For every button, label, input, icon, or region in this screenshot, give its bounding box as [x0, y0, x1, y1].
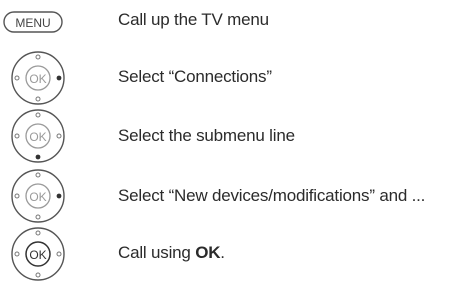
ok-label: OK: [29, 190, 46, 204]
step-5-text-bold: OK: [195, 243, 221, 262]
step-5: OK Call using OK.: [0, 226, 469, 282]
step-3: OK Select the submenu line: [0, 108, 469, 164]
step-3-text: Select the submenu line: [118, 126, 295, 145]
ok-label: OK: [29, 248, 46, 262]
ok-navigator-right-icon: OK: [11, 51, 65, 105]
step-1: MENU Call up the TV menu: [0, 4, 469, 38]
step-4-text: Select “New devices/modifications” and .…: [118, 186, 426, 205]
step-5-text: Call using OK.: [118, 243, 225, 263]
ok-navigator-right-icon: OK: [11, 169, 65, 223]
menu-button-label: MENU: [15, 16, 50, 30]
ok-navigator-down-icon: OK: [11, 109, 65, 163]
step-5-text-suffix: .: [220, 243, 225, 262]
step-5-text-prefix: Call using: [118, 243, 196, 262]
step-1-text: Call up the TV menu: [118, 10, 269, 29]
step-4: OK Select “New devices/modifications” an…: [0, 168, 469, 224]
ok-navigator-ok-icon: OK: [11, 227, 65, 281]
menu-button-icon: MENU: [3, 11, 63, 33]
step-2: OK Select “Connections”: [0, 50, 469, 106]
ok-label: OK: [29, 72, 46, 86]
ok-label: OK: [29, 130, 46, 144]
step-2-text: Select “Connections”: [118, 67, 272, 86]
